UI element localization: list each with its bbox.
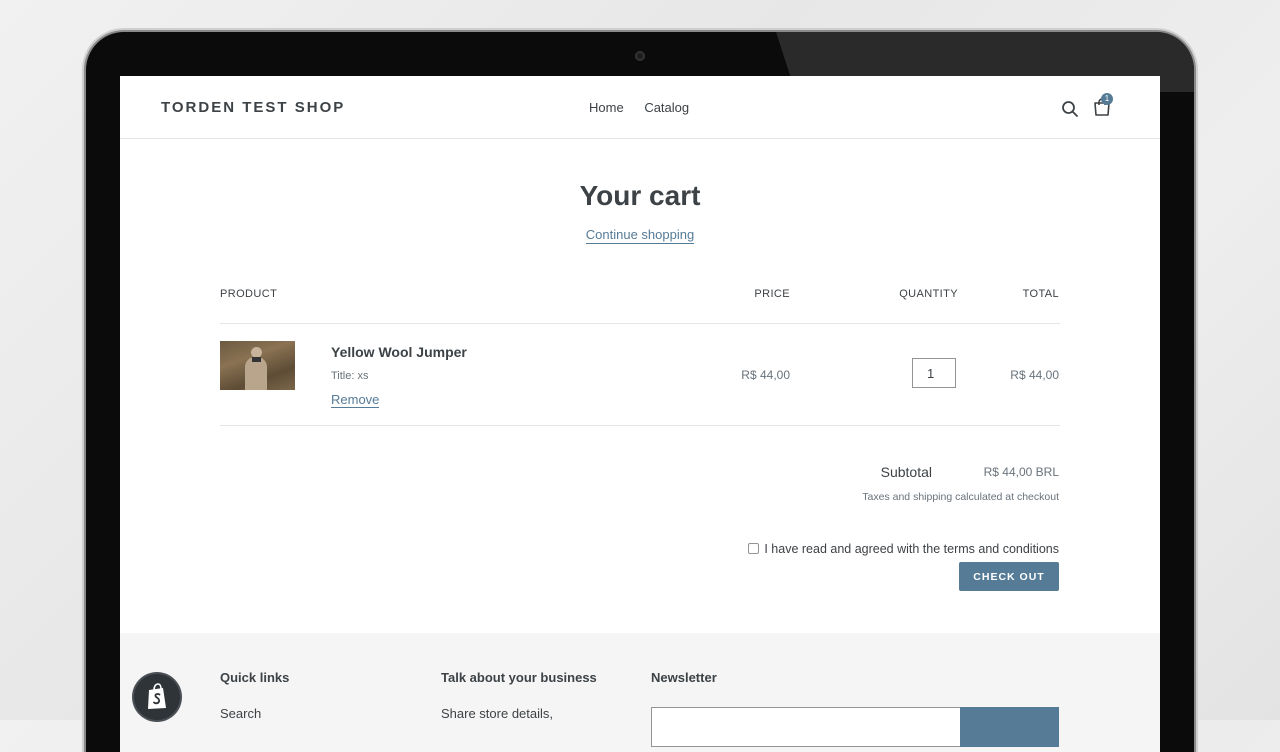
shop-logo[interactable]: TORDEN TEST SHOP xyxy=(161,99,345,116)
thumbnail-camera xyxy=(252,357,261,362)
quantity-input[interactable] xyxy=(912,358,956,388)
nav-item-catalog[interactable]: Catalog xyxy=(644,100,689,115)
terms-label[interactable]: I have read and agreed with the terms an… xyxy=(764,542,1059,556)
main-nav: Home Catalog xyxy=(589,100,706,115)
taxes-note: Taxes and shipping calculated at checkou… xyxy=(862,491,1059,503)
product-variant: Title: xs xyxy=(331,370,369,382)
shopify-logo-icon xyxy=(148,683,166,709)
shopify-badge xyxy=(134,674,180,720)
site-footer: Quick links Search Talk about your busin… xyxy=(120,633,1160,752)
remove-item-link[interactable]: Remove xyxy=(331,392,380,408)
nav-item-home[interactable]: Home xyxy=(589,100,624,115)
product-name[interactable]: Yellow Wool Jumper xyxy=(331,344,467,360)
continue-shopping-link[interactable]: Continue shopping xyxy=(585,227,695,244)
footer-business-text: Share store details, xyxy=(441,706,554,721)
item-line-total: R$ 44,00 xyxy=(1010,368,1059,382)
search-icon[interactable] xyxy=(1061,100,1079,118)
terms-agreement: I have read and agreed with the terms an… xyxy=(710,542,1059,556)
newsletter-subscribe-button[interactable] xyxy=(960,707,1059,747)
newsletter-email-input[interactable] xyxy=(651,707,961,747)
checkout-button[interactable]: CHECK OUT xyxy=(959,562,1059,591)
column-header-price: PRICE xyxy=(754,288,790,300)
footer-link-search[interactable]: Search xyxy=(220,706,261,721)
product-thumbnail[interactable] xyxy=(220,341,295,390)
column-header-quantity: QUANTITY xyxy=(899,288,958,300)
footer-heading-newsletter: Newsletter xyxy=(651,670,717,685)
webcam xyxy=(635,51,645,61)
subtotal-value: R$ 44,00 BRL xyxy=(983,465,1059,479)
column-header-product: PRODUCT xyxy=(220,288,278,300)
cart-count-badge: 1 xyxy=(1101,93,1113,105)
page-title: Your cart xyxy=(579,180,701,211)
column-header-total: TOTAL xyxy=(1022,288,1059,300)
terms-checkbox[interactable] xyxy=(748,543,760,554)
subtotal-label: Subtotal xyxy=(880,464,932,480)
footer-heading-quick-links: Quick links xyxy=(220,670,290,685)
table-divider-top xyxy=(220,323,1060,324)
browser-viewport: TORDEN TEST SHOP Home Catalog 1 Your car… xyxy=(120,76,1160,752)
footer-heading-business: Talk about your business xyxy=(441,670,597,685)
laptop-frame: TORDEN TEST SHOP Home Catalog 1 Your car… xyxy=(86,32,1194,752)
continue-shopping-link-wrap: Continue shopping xyxy=(120,227,1160,244)
item-price: R$ 44,00 xyxy=(741,368,790,382)
site-header: TORDEN TEST SHOP Home Catalog 1 xyxy=(120,76,1160,139)
table-divider-bottom xyxy=(220,425,1060,426)
